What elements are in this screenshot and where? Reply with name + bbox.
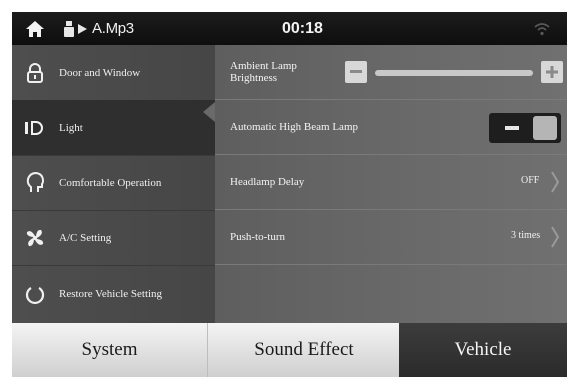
sidebar-item-label: Comfortable Operation	[59, 176, 162, 189]
clock: 00:18	[282, 19, 323, 37]
media-track-label: A.Mp3	[92, 20, 134, 37]
bottom-tab-bar: System Sound Effect Vehicle	[12, 323, 567, 377]
sidebar-item-restore-vehicle-setting[interactable]: Restore Vehicle Setting	[12, 265, 215, 323]
play-icon	[78, 12, 88, 45]
lock-icon	[24, 62, 46, 84]
fan-icon	[24, 227, 46, 249]
toggle-dash	[505, 126, 519, 130]
sidebar-item-label: Light	[59, 121, 83, 134]
toggle-knob	[533, 116, 557, 140]
push-to-turn-label: Push-to-turn	[230, 231, 285, 243]
vehicle-settings-screen: A.Mp3 00:18 Door and Window Light Comfor…	[12, 12, 567, 377]
settings-panel: Ambient Lamp Brightness Automatic High B…	[215, 45, 567, 323]
push-to-turn-row[interactable]: Push-to-turn 3 times	[215, 210, 567, 265]
home-icon[interactable]	[25, 12, 47, 45]
light-icon	[24, 117, 46, 139]
sidebar-item-ac-setting[interactable]: A/C Setting	[12, 210, 215, 266]
ambient-lamp-row: Ambient Lamp Brightness	[215, 45, 567, 100]
brightness-decrease-button[interactable]	[345, 61, 367, 83]
usb-icon	[64, 12, 74, 45]
tab-sound-effect[interactable]: Sound Effect	[207, 323, 400, 377]
headlamp-delay-label: Headlamp Delay	[230, 176, 305, 188]
restore-icon	[24, 283, 46, 305]
ambient-lamp-label-line1: Ambient Lamp	[230, 60, 297, 72]
tab-vehicle[interactable]: Vehicle	[399, 323, 567, 377]
sidebar-item-light[interactable]: Light	[12, 100, 215, 156]
brightness-slider[interactable]	[375, 70, 533, 76]
sidebar-item-label: Restore Vehicle Setting	[59, 288, 163, 300]
high-beam-row: Automatic High Beam Lamp	[215, 100, 567, 155]
tab-system[interactable]: System	[12, 323, 207, 377]
sidebar: Door and Window Light Comfortable Operat…	[12, 45, 215, 323]
high-beam-toggle[interactable]	[489, 113, 561, 143]
sidebar-item-comfortable-operation[interactable]: Comfortable Operation	[12, 155, 215, 211]
active-item-pointer	[203, 102, 215, 122]
sidebar-item-door-and-window[interactable]: Door and Window	[12, 45, 215, 101]
ambient-lamp-label-line2: Brightness	[230, 72, 278, 84]
chevron-right-icon	[550, 171, 560, 193]
push-to-turn-value: 3 times	[511, 230, 541, 241]
chevron-right-icon	[550, 226, 560, 248]
ambient-lamp-label: Ambient Lamp Brightness	[230, 60, 297, 84]
sidebar-item-label: Door and Window	[59, 66, 141, 79]
headlamp-delay-value: OFF	[521, 175, 540, 186]
wifi-icon	[534, 12, 552, 45]
head-icon	[24, 171, 46, 194]
status-bar: A.Mp3 00:18	[12, 12, 567, 45]
brightness-increase-button[interactable]	[541, 61, 563, 83]
headlamp-delay-row[interactable]: Headlamp Delay OFF	[215, 155, 567, 210]
high-beam-label: Automatic High Beam Lamp	[230, 121, 358, 133]
sidebar-item-label: A/C Setting	[59, 231, 112, 244]
